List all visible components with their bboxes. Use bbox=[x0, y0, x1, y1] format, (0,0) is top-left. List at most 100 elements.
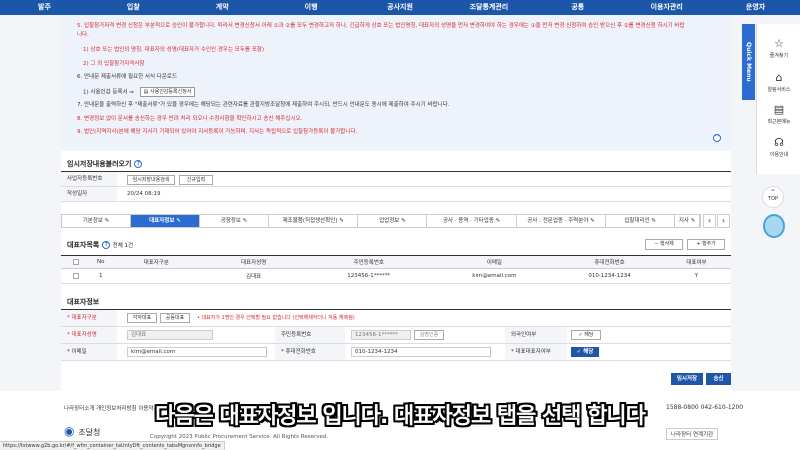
divider bbox=[61, 186, 731, 187]
tab-specialty-field[interactable]: 공사 : 전문업종 · 주력분야 ✎ bbox=[517, 215, 607, 227]
app-root: 발주 입찰 계약 이행 공사지원 조달통계관리 공통 이용자관리 운영자 5. … bbox=[0, 0, 800, 450]
biz-no-label: 사업자등록번호 bbox=[61, 172, 117, 186]
main-content: 임시저장내용불러오기? 사업자등록번호 임시저장내용검색 신규입력 작성일자 2… bbox=[61, 151, 731, 391]
scroll-top-button[interactable]: ^ TOP bbox=[762, 186, 784, 208]
row-checkbox[interactable] bbox=[72, 272, 79, 279]
tab-prev-button[interactable]: ‹ bbox=[703, 214, 716, 228]
row-email: kim@email.com bbox=[431, 268, 558, 284]
notice-line-6-1: 1) 사용인감 등록서 ⇒ ▤ 사용인감등록신청서 bbox=[83, 87, 196, 97]
guide-label: 이용안내 bbox=[769, 152, 789, 158]
status-bar-url: https://tstwww.g2b.go.kr/#/f_wfm_contain… bbox=[0, 441, 225, 450]
tab-factory-info[interactable]: 공장정보 ✎ bbox=[200, 215, 269, 227]
notice-line-8: 8. 변경정보 없이 문서를 송신하는 경우 반려 처리 되오니 수정사항을 확… bbox=[77, 116, 303, 122]
table-row[interactable]: 1 김대표 123456-1****** kim@email.com 010-1… bbox=[61, 268, 731, 284]
nav-item-user-management[interactable]: 이용자관리 bbox=[622, 0, 711, 15]
tab-bar: 기본정보 ✎ 대표자정보 ✎ 공장정보 ✎ 제조물품(직접생산확인) ✎ 업업정… bbox=[61, 214, 701, 228]
reptype-label: * 대표대표자여부 bbox=[505, 344, 567, 360]
tab-manufactured-goods[interactable]: 제조물품(직접생산확인) ✎ bbox=[269, 215, 359, 227]
col-header-no: No bbox=[90, 255, 112, 269]
each-rep-button[interactable]: 각자대표 bbox=[127, 313, 157, 323]
favorites-item[interactable]: ☆ 즐겨찾기 bbox=[757, 37, 800, 60]
star-icon: ☆ bbox=[774, 37, 784, 50]
rep-list-table: No 대표자구분 대표자성명 주민등록번호 이메일 휴대전화번호 대표여부 1 … bbox=[61, 255, 731, 284]
name-label: * 대표자성명 bbox=[61, 327, 117, 343]
email-label: * 이메일 bbox=[61, 344, 117, 360]
top-navigation: 발주 입찰 계약 이행 공사지원 조달통계관리 공통 이용자관리 운영자 bbox=[0, 0, 800, 15]
joint-rep-button[interactable]: 공동대표 bbox=[160, 313, 190, 323]
rep-list-title: 대표자목록? 전체 1건 bbox=[67, 240, 133, 250]
favorites-label: 즐겨찾기 bbox=[769, 53, 789, 59]
nav-item-bid[interactable]: 입찰 bbox=[89, 0, 178, 15]
email-field[interactable]: kim@email.com bbox=[127, 347, 267, 357]
row-no: 1 bbox=[90, 268, 112, 284]
scroll-top-label: TOP bbox=[767, 196, 778, 202]
nav-item-contract[interactable]: 계약 bbox=[178, 0, 267, 15]
video-subtitle: 다음은 대표자정보 입니다. 대표자정보 탭을 선택 합니다 bbox=[155, 404, 646, 429]
tab-branch[interactable]: 지사 ✎ bbox=[675, 215, 701, 227]
recent-menu-item[interactable]: ▤ 최근본메뉴 bbox=[757, 104, 800, 126]
col-header-name: 대표자성명 bbox=[201, 255, 306, 269]
nav-item-statistics[interactable]: 조달통계관리 bbox=[444, 0, 533, 15]
row-select-cell bbox=[61, 268, 91, 284]
nav-item-common[interactable]: 공통 bbox=[533, 0, 622, 15]
type-label: * 대표자구분 bbox=[61, 310, 117, 326]
notice-line-5: 5. 입찰참가자격 변경 신청은 부분적으로 승인이 불가합니다. 따라서 변경… bbox=[77, 23, 685, 29]
collapse-notice-button[interactable]: ^ bbox=[713, 134, 721, 142]
guide-item[interactable]: ☊ 이용안내 bbox=[757, 136, 800, 159]
tab-bid-agent[interactable]: 입찰대리인 ✎ bbox=[606, 215, 676, 227]
notice-line-6-1-label: 1) 사용인감 등록서 ⇒ bbox=[83, 89, 134, 96]
seal-form-download-button[interactable]: ▤ 사용인감등록신청서 bbox=[139, 87, 196, 97]
tab-representative-info[interactable]: 대표자정보 ✎ bbox=[131, 215, 200, 227]
verify-name-button[interactable]: 실명인증 bbox=[414, 330, 444, 340]
nav-item-fulfillment[interactable]: 이행 bbox=[267, 0, 356, 15]
row-rep: Y bbox=[661, 268, 731, 284]
bell-icon: ⌂ bbox=[775, 71, 783, 84]
help-icon[interactable]: ? bbox=[134, 160, 143, 168]
delete-row-button[interactable]: − 행삭제 bbox=[645, 239, 683, 250]
notification-label: 알림서비스 bbox=[767, 87, 791, 93]
phone-field[interactable]: 010-1234-1234 bbox=[351, 347, 491, 357]
name-field[interactable]: 김대표 bbox=[127, 330, 213, 340]
quick-menu-tab[interactable]: Quick Menu bbox=[742, 24, 755, 100]
select-all-checkbox[interactable] bbox=[72, 258, 79, 265]
rep-list-count: 전체 1건 bbox=[112, 243, 134, 249]
nav-item-operator[interactable]: 운영자 bbox=[711, 0, 800, 15]
tab-next-button[interactable]: › bbox=[717, 214, 730, 228]
headset-icon: ☊ bbox=[774, 136, 784, 149]
temp-save-button[interactable]: 임시저장 bbox=[671, 373, 703, 385]
date-label: 작성일자 bbox=[61, 187, 117, 201]
chatbot-robot-icon[interactable] bbox=[763, 214, 785, 238]
tab-business-info[interactable]: 업업정보 ✎ bbox=[358, 215, 428, 227]
rep-detail-title: 대표자정보 bbox=[67, 298, 100, 306]
divider bbox=[61, 171, 731, 172]
row-type bbox=[111, 268, 202, 284]
col-header-email: 이메일 bbox=[431, 255, 558, 269]
new-input-button[interactable]: 신규입력 bbox=[179, 175, 213, 185]
foreign-checkbox[interactable]: ✓ 해당 bbox=[571, 330, 601, 340]
divider bbox=[61, 309, 731, 310]
notice-panel: 5. 입찰참가자격 변경 신청은 부분적으로 승인이 불가합니다. 따라서 변경… bbox=[61, 15, 731, 148]
recent-menu-label: 최근본메뉴 bbox=[767, 119, 791, 125]
row-phone: 010-1234-1234 bbox=[557, 268, 662, 284]
row-name: 김대표 bbox=[201, 268, 306, 284]
rep-list-title-text: 대표자목록 bbox=[67, 241, 100, 249]
help-icon[interactable]: ? bbox=[102, 241, 111, 249]
col-header-phone: 휴대전화번호 bbox=[557, 255, 662, 269]
tab-construction-service[interactable]: 공사 · 용역 · 기타업종 ✎ bbox=[427, 215, 517, 227]
notice-line-5-cont: 니다. bbox=[77, 32, 89, 38]
send-button[interactable]: 송신 bbox=[706, 373, 731, 385]
temp-search-button[interactable]: 임시저장내용검색 bbox=[127, 175, 175, 185]
notice-line-9: 9. 법인(지역지사)본에 해당 지사가 기재되어 있어야 지사등록이 가능하며… bbox=[77, 129, 358, 135]
divider bbox=[61, 201, 731, 202]
divider bbox=[61, 343, 731, 344]
nav-item-order[interactable]: 발주 bbox=[0, 0, 89, 15]
tab-basic-info[interactable]: 기본정보 ✎ bbox=[62, 215, 131, 227]
notification-item[interactable]: ⌂ 알림서비스 bbox=[757, 71, 800, 94]
nav-item-construction-support[interactable]: 공사지원 bbox=[356, 0, 445, 15]
foreign-label: 외국인여부 bbox=[505, 327, 567, 343]
add-row-button[interactable]: + 행추가 bbox=[687, 239, 725, 250]
main-rep-checkbox[interactable]: ✓ 해당 bbox=[571, 347, 599, 357]
notice-line-7: 7. 안내문을 출력하신 후 "제출서류"가 있을 경우에는 해당되는 관련자료… bbox=[77, 102, 450, 108]
table-header-row: No 대표자구분 대표자성명 주민등록번호 이메일 휴대전화번호 대표여부 bbox=[61, 255, 731, 269]
rrn-field[interactable]: 123456-1****** bbox=[351, 330, 411, 340]
